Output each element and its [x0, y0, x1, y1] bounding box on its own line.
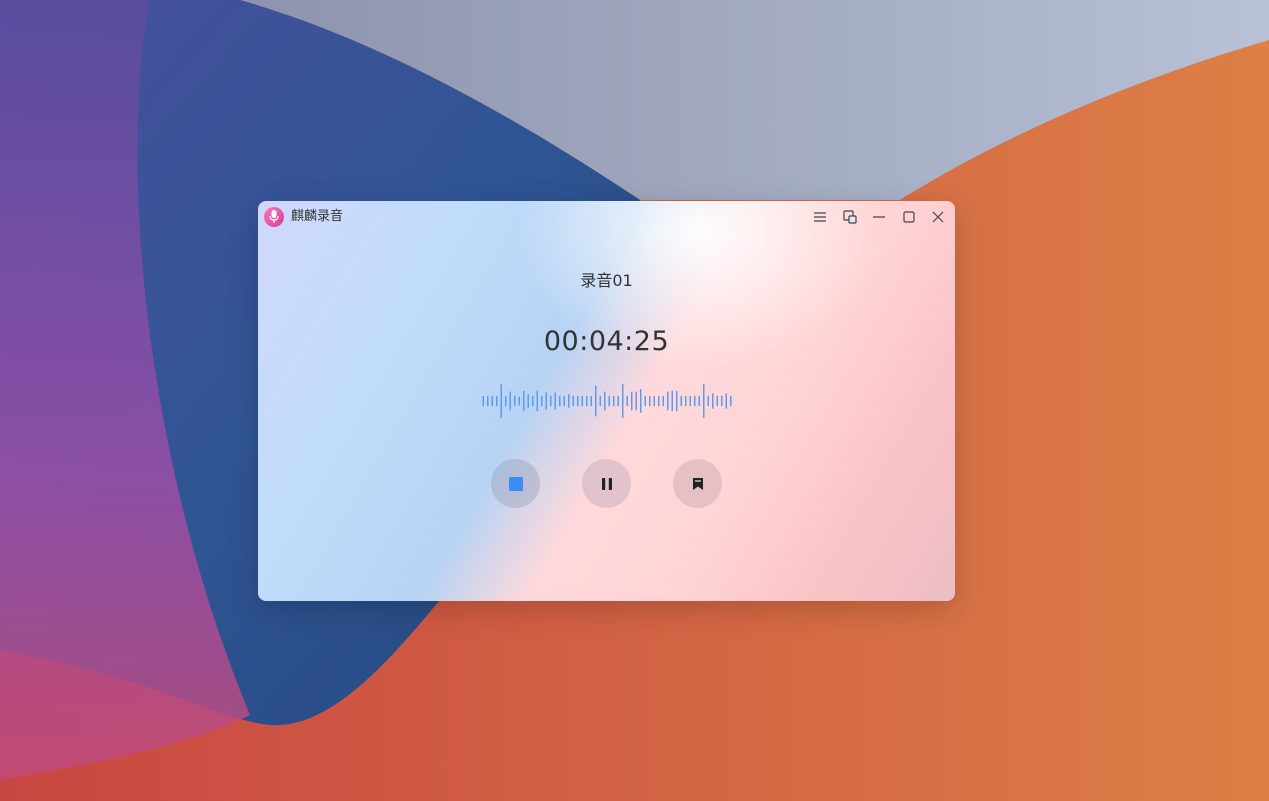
waveform-bar: [572, 395, 574, 407]
waveform-bar: [680, 395, 682, 407]
recorder-window: 麒麟录音 录音01 00:04:25: [258, 201, 955, 601]
waveform-bar: [649, 395, 651, 407]
mini-mode-icon[interactable]: [840, 207, 860, 227]
waveform-bar: [613, 395, 615, 407]
waveform-bar: [581, 395, 583, 407]
waveform-bar: [482, 395, 484, 407]
waveform-bar: [667, 391, 669, 411]
waveform-bar: [662, 395, 664, 407]
waveform-bar: [707, 395, 709, 407]
maximize-icon[interactable]: [899, 207, 919, 227]
waveform-bar: [617, 395, 619, 407]
pause-button[interactable]: [582, 459, 631, 508]
pause-icon: [601, 477, 612, 490]
waveform-bar: [505, 395, 507, 407]
waveform-bar: [500, 384, 502, 418]
waveform-bar: [554, 392, 556, 410]
waveform-bar: [491, 395, 493, 407]
waveform-bar: [626, 395, 628, 407]
waveform-bar: [487, 395, 489, 407]
waveform-bar: [635, 391, 637, 411]
waveform-bar: [703, 384, 705, 418]
waveform-bar: [712, 393, 714, 409]
stop-button[interactable]: [491, 459, 540, 508]
bookmark-button[interactable]: [673, 459, 722, 508]
waveform-bar: [532, 395, 534, 407]
waveform-bar: [725, 393, 727, 409]
waveform-bar: [541, 395, 543, 407]
waveform-bar: [536, 390, 538, 412]
waveform-bar: [698, 395, 700, 407]
waveform-bar: [563, 395, 565, 407]
waveform-bar: [622, 384, 624, 418]
waveform-bar: [586, 395, 588, 407]
waveform-bar: [716, 395, 718, 407]
waveform-bar: [676, 390, 678, 412]
waveform-bar: [604, 391, 606, 411]
waveform-bar: [514, 395, 516, 407]
waveform-bar: [721, 395, 723, 407]
waveform-bar: [689, 395, 691, 407]
titlebar: 麒麟录音: [258, 201, 955, 233]
waveform-bar: [590, 395, 592, 407]
waveform-bar: [685, 395, 687, 407]
waveform-bar: [518, 396, 520, 406]
close-icon[interactable]: [928, 207, 948, 227]
elapsed-timer: 00:04:25: [543, 326, 670, 357]
waveform-bar: [608, 395, 610, 407]
menu-icon[interactable]: [810, 207, 830, 227]
waveform-bar: [730, 395, 732, 407]
waveform-bar: [577, 395, 579, 407]
minimize-icon[interactable]: [869, 207, 889, 227]
waveform-bar: [595, 385, 597, 417]
waveform-bar: [653, 395, 655, 407]
waveform-bar: [550, 395, 552, 407]
waveform-bar: [568, 394, 570, 408]
waveform-bar: [658, 395, 660, 407]
waveform-bar: [545, 392, 547, 410]
waveform-bar: [671, 390, 673, 412]
waveform-bar: [694, 395, 696, 407]
waveform-bar: [559, 395, 561, 407]
app-title: 麒麟录音: [291, 209, 344, 224]
microphone-icon: [264, 207, 284, 227]
waveform-bar: [631, 391, 633, 411]
recording-name: 录音01: [580, 271, 633, 290]
waveform-bar: [644, 395, 646, 407]
waveform-bar: [496, 395, 498, 407]
waveform-bar: [599, 395, 601, 407]
waveform-bar: [640, 389, 642, 413]
waveform-bar: [509, 391, 511, 411]
stop-icon: [508, 476, 523, 491]
waveform-bar: [527, 394, 529, 408]
bookmark-icon: [692, 477, 703, 490]
audio-waveform: [482, 384, 732, 418]
waveform-bar: [523, 390, 525, 412]
